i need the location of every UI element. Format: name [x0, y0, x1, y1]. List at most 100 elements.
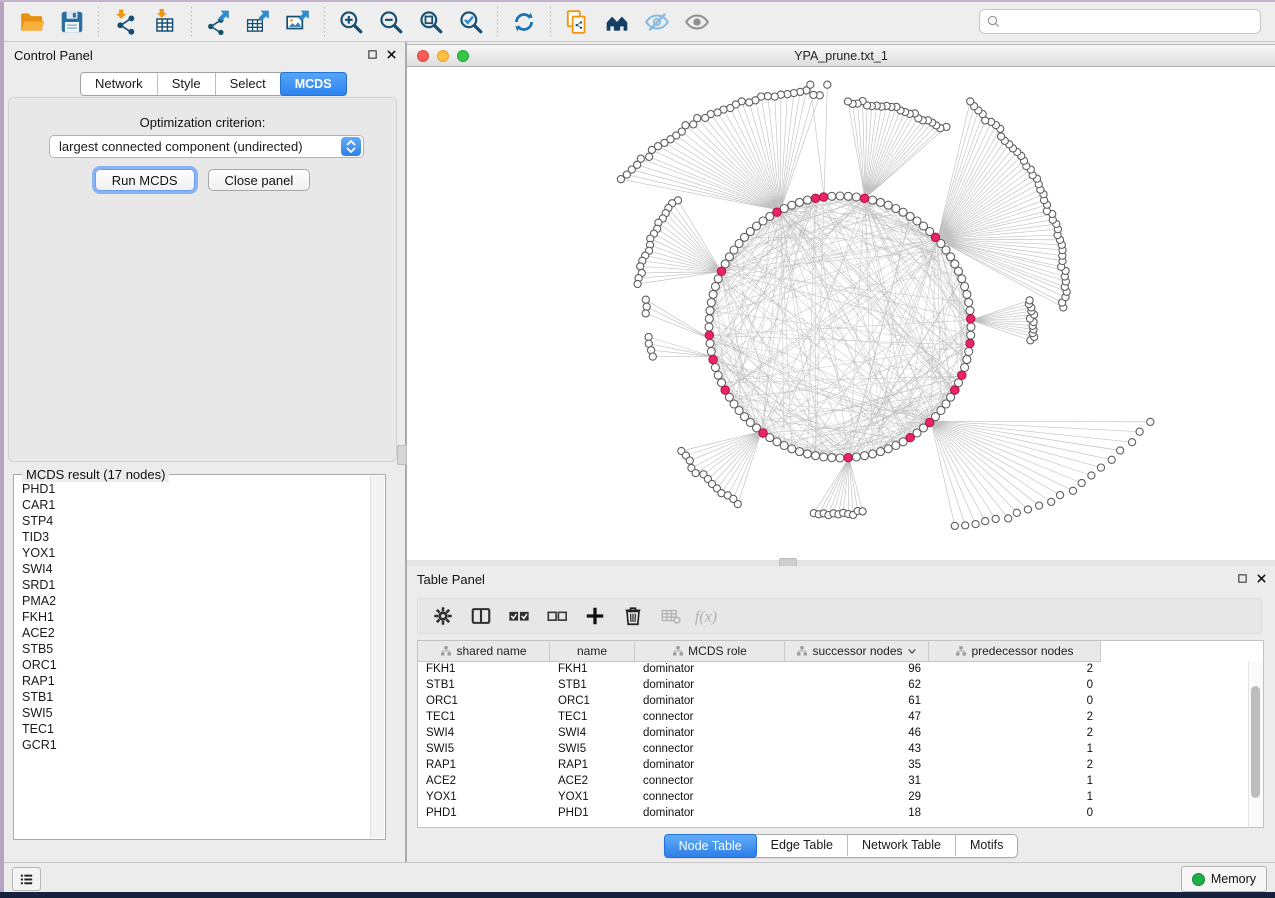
float-table-panel-icon[interactable]	[1237, 573, 1248, 584]
table-row[interactable]: SWI4SWI4dominator462	[418, 725, 1249, 741]
table-row[interactable]: YOX1YOX1connector291	[418, 789, 1249, 805]
mcds-result-item[interactable]: STB1	[22, 689, 369, 705]
vertical-splitter-handle[interactable]	[397, 445, 407, 465]
mcds-result-item[interactable]: SWI4	[22, 561, 369, 577]
run-mcds-button[interactable]: Run MCDS	[95, 169, 195, 191]
mcds-result-item[interactable]: GCR1	[22, 737, 369, 753]
mcds-result-item[interactable]: STB5	[22, 641, 369, 657]
import-network-button[interactable]	[105, 6, 145, 38]
tab-select[interactable]: Select	[216, 73, 281, 95]
first-neighbors-button[interactable]	[597, 6, 637, 38]
table-cell: STB1	[550, 677, 635, 693]
mcds-result-item[interactable]: YOX1	[22, 545, 369, 561]
table-scrollbar-thumb[interactable]	[1251, 686, 1260, 798]
table-scrollbar[interactable]	[1248, 661, 1263, 827]
search-box[interactable]	[979, 9, 1261, 34]
tab-motifs[interactable]: Motifs	[956, 835, 1017, 856]
close-panel-icon[interactable]	[386, 49, 397, 60]
export-network-button[interactable]	[198, 6, 238, 38]
mcds-list-scrollbar[interactable]	[370, 476, 384, 838]
mcds-result-item[interactable]: ORC1	[22, 657, 369, 673]
network-canvas[interactable]	[407, 67, 1275, 560]
search-input[interactable]	[1001, 13, 1260, 30]
split-panel-button[interactable]	[464, 601, 498, 631]
tree-column-icon	[672, 645, 684, 657]
float-panel-icon[interactable]	[367, 49, 378, 60]
zoom-fit-icon	[418, 9, 444, 35]
zoom-in-button[interactable]	[331, 6, 371, 38]
criterion-select[interactable]: largest connected component (undirected)	[49, 135, 364, 158]
hide-selected-button[interactable]	[637, 6, 677, 38]
zoom-fit-button[interactable]	[411, 6, 451, 38]
delete-selected-button[interactable]	[616, 601, 650, 631]
show-commands-button[interactable]	[12, 867, 41, 891]
column-header-MCDS-role[interactable]: MCDS role	[635, 641, 785, 661]
table-cell: 1	[929, 789, 1101, 805]
mcds-result-item[interactable]: PHD1	[22, 481, 369, 497]
table-row[interactable]: ACE2ACE2connector311	[418, 773, 1249, 789]
table-row[interactable]: STB1STB1dominator620	[418, 677, 1249, 693]
mcds-result-item[interactable]: PMA2	[22, 593, 369, 609]
mcds-result-item[interactable]: STP4	[22, 513, 369, 529]
table-row[interactable]: FKH1FKH1dominator962	[418, 661, 1249, 677]
column-header-successor-nodes[interactable]: successor nodes	[785, 641, 929, 661]
add-row-button[interactable]	[578, 601, 612, 631]
mcds-result-item[interactable]: FKH1	[22, 609, 369, 625]
table-cell: YOX1	[550, 789, 635, 805]
table-panel: Table Panel f(x) shared namenameMCDS rol…	[407, 566, 1275, 862]
duplicate-network-icon	[564, 9, 590, 35]
network-graph[interactable]	[407, 67, 1275, 560]
tab-network-table[interactable]: Network Table	[848, 835, 956, 856]
tree-column-icon	[440, 645, 452, 657]
mcds-result-item[interactable]: SRD1	[22, 577, 369, 593]
tab-node-table[interactable]: Node Table	[664, 834, 757, 858]
duplicate-network-button[interactable]	[557, 6, 597, 38]
mcds-result-item[interactable]: RAP1	[22, 673, 369, 689]
save-session-button[interactable]	[52, 6, 92, 38]
table-row[interactable]: PHD1PHD1dominator180	[418, 805, 1249, 821]
table-cell: 61	[785, 693, 929, 709]
tab-edge-table[interactable]: Edge Table	[757, 835, 848, 856]
unselect-all-button[interactable]	[540, 601, 574, 631]
close-table-panel-icon[interactable]	[1256, 573, 1267, 584]
zoom-out-button[interactable]	[371, 6, 411, 38]
show-all-button[interactable]	[677, 6, 717, 38]
table-row[interactable]: RAP1RAP1dominator352	[418, 757, 1249, 773]
select-all-button[interactable]	[502, 601, 536, 631]
column-label: shared name	[456, 644, 526, 658]
memory-label: Memory	[1211, 872, 1256, 886]
tab-style[interactable]: Style	[158, 73, 216, 95]
table-row[interactable]: TEC1TEC1connector472	[418, 709, 1249, 725]
close-panel-button[interactable]: Close panel	[208, 169, 311, 191]
tab-mcds[interactable]: MCDS	[280, 72, 347, 96]
mcds-result-item[interactable]: TID3	[22, 529, 369, 545]
export-image-button[interactable]	[278, 6, 318, 38]
mcds-result-item[interactable]: CAR1	[22, 497, 369, 513]
toolbar-separator	[550, 7, 551, 37]
table-cell: SWI4	[550, 725, 635, 741]
memory-button[interactable]: Memory	[1181, 866, 1267, 892]
table-row[interactable]: ORC1ORC1dominator610	[418, 693, 1249, 709]
mcds-result-item[interactable]: TEC1	[22, 721, 369, 737]
zoom-selected-button[interactable]	[451, 6, 491, 38]
select-all-icon	[508, 605, 530, 627]
table-cell: ORC1	[418, 693, 550, 709]
mcds-result-item[interactable]: ACE2	[22, 625, 369, 641]
zoom-in-icon	[338, 9, 364, 35]
refresh-view-button[interactable]	[504, 6, 544, 38]
mcds-result-list[interactable]: PHD1CAR1STP4TID3YOX1SWI4SRD1PMA2FKH1ACE2…	[14, 481, 369, 837]
open-session-button[interactable]	[12, 6, 52, 38]
settings-button[interactable]	[426, 601, 460, 631]
table-cell: PHD1	[550, 805, 635, 821]
table-cell: 0	[929, 677, 1101, 693]
column-header-predecessor-nodes[interactable]: predecessor nodes	[929, 641, 1101, 661]
sort-chevron-icon	[907, 646, 917, 656]
export-table-button[interactable]	[238, 6, 278, 38]
table-row[interactable]: SWI5SWI5connector431	[418, 741, 1249, 757]
column-header-shared-name[interactable]: shared name	[418, 641, 550, 661]
column-header-name[interactable]: name	[550, 641, 635, 661]
tab-network[interactable]: Network	[81, 73, 158, 95]
mcds-result-item[interactable]: SWI5	[22, 705, 369, 721]
import-table-button[interactable]	[145, 6, 185, 38]
network-window-titlebar[interactable]: YPA_prune.txt_1	[407, 44, 1275, 67]
